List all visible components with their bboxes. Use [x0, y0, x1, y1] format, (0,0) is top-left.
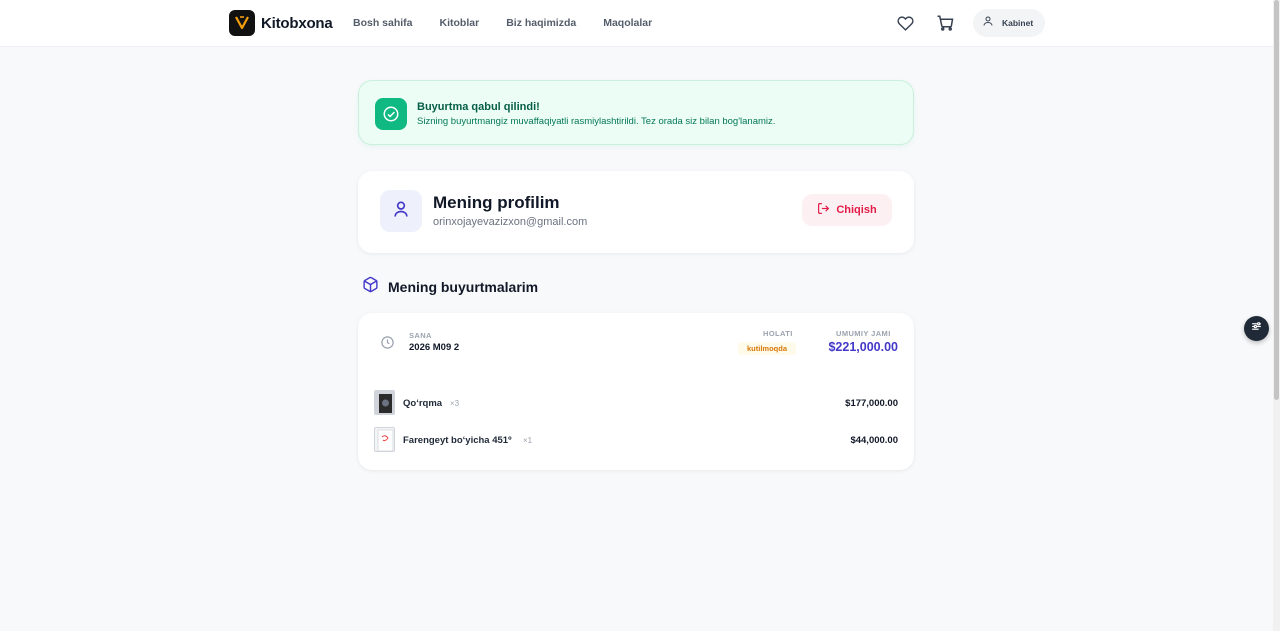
order-card[interactable]: SANA 2026 M09 2 HOLATI kutilmoqda UMUMIY… [358, 313, 914, 470]
date-label: SANA [409, 331, 432, 340]
cabinet-label: Kabinet [1002, 18, 1034, 28]
order-item[interactable]: Farengeyt bo‘yicha 451º ×1 $44,000.00 [374, 427, 898, 453]
order-date: 2026 M09 2 [409, 342, 460, 353]
logo-icon [229, 10, 255, 36]
orders-title: Mening buyurtmalarim [388, 279, 539, 295]
nav-maqolalar[interactable]: Maqolalar [603, 17, 652, 29]
brand-logo[interactable]: Kitobxona [229, 10, 333, 36]
order-item[interactable]: Qo‘rqma ×3 $177,000.00 [374, 390, 898, 416]
avatar [380, 190, 422, 232]
profile-card: Mening profilim orinxojayevazizxon@gmail… [358, 171, 914, 253]
filter-icon [1250, 320, 1263, 338]
cart-icon[interactable] [936, 14, 954, 32]
book-cover-image [374, 427, 395, 452]
success-message: Sizning buyurtmangiz muvaffaqiyatli rasm… [417, 116, 776, 127]
total-label: UMUMIY JAMI [836, 329, 891, 338]
logout-button[interactable]: Chiqish [802, 194, 892, 226]
profile-email: orinxojayevazizxon@gmail.com [433, 216, 588, 228]
nav-bosh-sahifa[interactable]: Bosh sahifa [353, 17, 413, 29]
status-label: HOLATI [763, 329, 793, 338]
clock-icon [377, 332, 397, 352]
status-badge: kutilmoqda [738, 342, 796, 355]
item-qty: ×1 [523, 436, 533, 445]
order-total: $221,000.00 [828, 340, 898, 354]
brand-name: Kitobxona [261, 14, 333, 32]
item-qty: ×3 [450, 399, 460, 408]
filter-fab-button[interactable] [1244, 316, 1269, 341]
main-nav: Bosh sahifa Kitoblar Biz haqimizda Maqol… [353, 17, 652, 29]
cabinet-button[interactable]: Kabinet [973, 9, 1045, 37]
page-scrollbar[interactable] [1273, 0, 1280, 631]
logout-label: Chiqish [836, 204, 877, 216]
logout-icon [817, 202, 830, 218]
user-icon [982, 14, 994, 32]
profile-title: Mening profilim [433, 193, 560, 212]
scrollbar-thumb[interactable] [1274, 0, 1279, 400]
item-name: Qo‘rqma [403, 398, 443, 409]
book-cover-image [374, 390, 395, 415]
success-banner: Buyurtma qabul qilindi! Sizning buyurtma… [358, 80, 914, 145]
check-circle-icon [375, 98, 407, 130]
success-title: Buyurtma qabul qilindi! [417, 101, 540, 113]
item-name: Farengeyt bo‘yicha 451º [403, 435, 512, 446]
package-icon [362, 276, 379, 298]
orders-heading: Mening buyurtmalarim [362, 276, 538, 298]
item-price: $44,000.00 [850, 435, 898, 446]
nav-kitoblar[interactable]: Kitoblar [440, 17, 480, 29]
top-navbar: Kitobxona Bosh sahifa Kitoblar Biz haqim… [0, 0, 1273, 47]
user-icon [391, 199, 411, 224]
heart-icon[interactable] [896, 14, 914, 32]
nav-biz-haqimizda[interactable]: Biz haqimizda [506, 17, 576, 29]
item-price: $177,000.00 [845, 398, 898, 409]
